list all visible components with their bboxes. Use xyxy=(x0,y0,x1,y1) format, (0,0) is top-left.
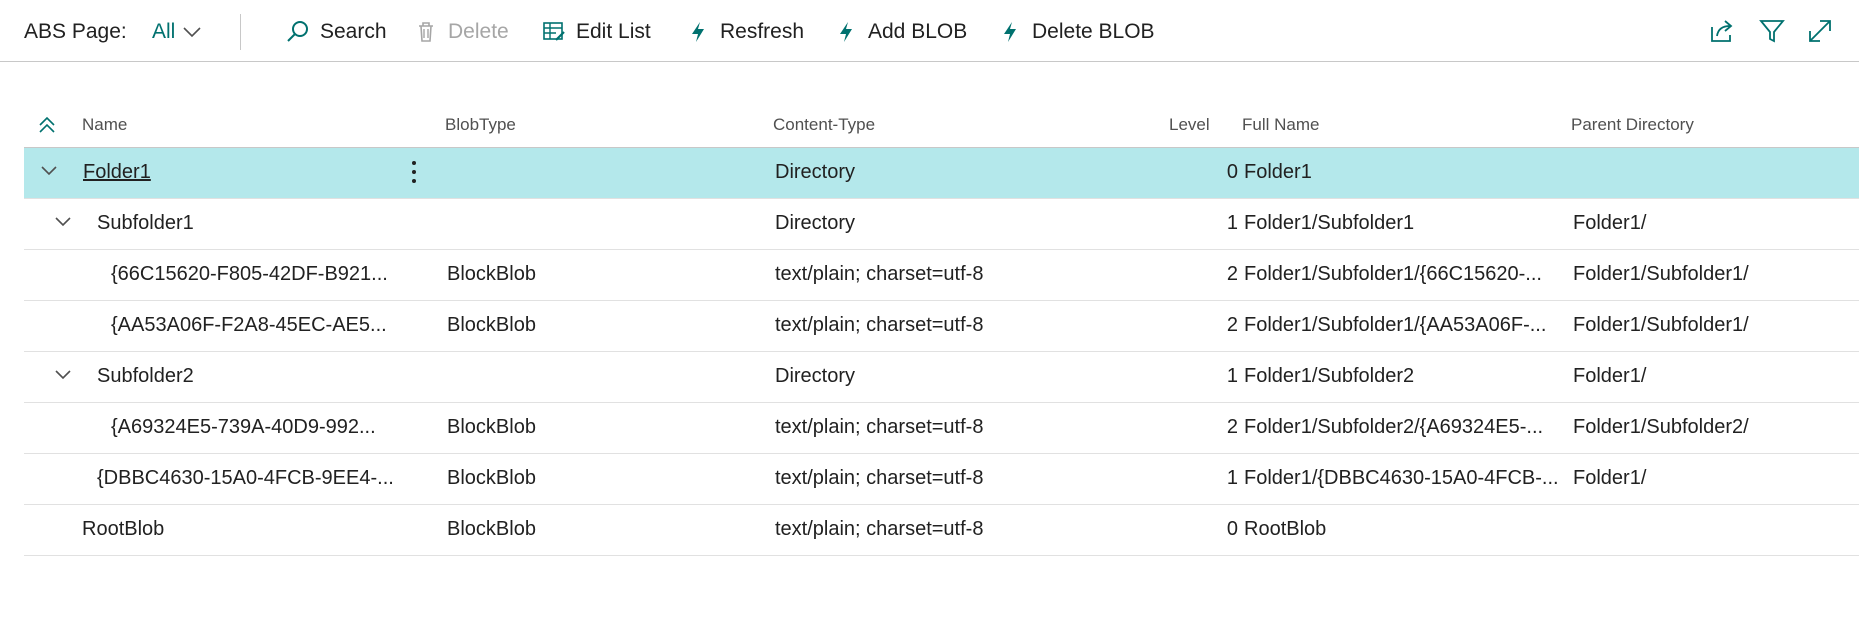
list-header: Name BlobType Content-Type Level Full Na… xyxy=(24,105,1859,148)
view-selector[interactable]: All xyxy=(152,20,201,44)
page-title: ABS Page: xyxy=(24,20,127,43)
row-blobtype: BlockBlob xyxy=(447,518,536,540)
row-content-type: Directory xyxy=(775,212,856,234)
row-content-type: text/plain; charset=utf-8 xyxy=(775,416,984,438)
table-row[interactable]: {66C15620-F805-42DF-B921... BlockBlob te… xyxy=(24,250,1859,301)
expand-icon[interactable] xyxy=(1806,17,1834,45)
collapse-all-icon[interactable] xyxy=(38,115,56,135)
chevron-down-icon[interactable] xyxy=(54,215,72,229)
table-row[interactable]: Folder1 Directory 0 Folder1 xyxy=(24,148,1859,199)
row-content-type: text/plain; charset=utf-8 xyxy=(775,314,984,336)
row-full-name: Folder1/Subfolder1/{AA53A06F-... xyxy=(1244,314,1547,336)
row-full-name: Folder1/Subfolder2 xyxy=(1244,365,1415,387)
table-row[interactable]: {AA53A06F-F2A8-45EC-AE5... BlockBlob tex… xyxy=(24,301,1859,352)
chevron-down-icon xyxy=(183,27,201,38)
row-name[interactable]: {66C15620-F805-42DF-B921... xyxy=(111,263,388,286)
edit-list-button[interactable]: Edit List xyxy=(542,17,651,47)
row-content-type: text/plain; charset=utf-8 xyxy=(775,467,984,489)
row-blobtype: BlockBlob xyxy=(447,314,536,336)
row-parent-directory: Folder1/ xyxy=(1573,365,1647,387)
table-row[interactable]: Subfolder1 Directory 1 Folder1/Subfolder… xyxy=(24,199,1859,250)
delete-blob-button-label: Delete BLOB xyxy=(1032,20,1155,43)
column-header-name[interactable]: Name xyxy=(82,115,127,135)
edit-list-button-label: Edit List xyxy=(576,20,651,43)
row-content-type: text/plain; charset=utf-8 xyxy=(775,518,984,540)
edit-list-icon xyxy=(543,22,565,41)
table-row[interactable]: {DBBC4630-15A0-4FCB-9EE4-... BlockBlob t… xyxy=(24,454,1859,505)
column-header-full-name[interactable]: Full Name xyxy=(1242,115,1319,135)
row-level: 2 xyxy=(1226,263,1238,285)
row-level: 2 xyxy=(1226,416,1238,438)
action-bar: ABS Page: All Search Delete Edit List Re… xyxy=(0,0,1859,62)
table-row[interactable]: {A69324E5-739A-40D9-992... BlockBlob tex… xyxy=(24,403,1859,454)
row-full-name: Folder1/Subfolder1 xyxy=(1244,212,1415,234)
row-name[interactable]: {AA53A06F-F2A8-45EC-AE5... xyxy=(111,314,387,337)
row-full-name: RootBlob xyxy=(1244,518,1327,540)
row-name[interactable]: {DBBC4630-15A0-4FCB-9EE4-... xyxy=(97,467,394,490)
add-blob-button-label: Add BLOB xyxy=(868,20,968,43)
row-parent-directory: Folder1/Subfolder1/ xyxy=(1573,314,1749,336)
delete-button[interactable]: Delete xyxy=(414,17,509,47)
filter-icon[interactable] xyxy=(1758,17,1786,45)
column-header-parent-directory[interactable]: Parent Directory xyxy=(1571,115,1694,135)
more-options-icon[interactable] xyxy=(410,159,418,185)
row-level: 1 xyxy=(1226,467,1238,489)
row-level: 1 xyxy=(1226,212,1238,234)
row-content-type: text/plain; charset=utf-8 xyxy=(775,263,984,285)
row-parent-directory: Folder1/ xyxy=(1573,467,1647,489)
row-parent-directory: Folder1/Subfolder1/ xyxy=(1573,263,1749,285)
delete-button-label: Delete xyxy=(448,20,509,43)
row-full-name: Folder1 xyxy=(1244,161,1312,183)
chevron-down-icon[interactable] xyxy=(54,368,72,382)
lightning-icon xyxy=(1004,22,1016,42)
row-name[interactable]: Subfolder2 xyxy=(97,365,194,388)
column-header-content-type[interactable]: Content-Type xyxy=(773,115,875,135)
delete-blob-button[interactable]: Delete BLOB xyxy=(998,17,1155,47)
row-name[interactable]: Subfolder1 xyxy=(97,212,194,235)
lightning-icon xyxy=(840,22,852,42)
chevron-down-icon[interactable] xyxy=(40,164,58,178)
row-name[interactable]: Folder1 xyxy=(83,161,151,184)
row-blobtype: BlockBlob xyxy=(447,416,536,438)
row-blobtype: BlockBlob xyxy=(447,467,536,489)
lightning-icon xyxy=(692,22,704,42)
row-full-name: Folder1/{DBBC4630-15A0-4FCB-... xyxy=(1244,467,1559,489)
row-level: 0 xyxy=(1226,161,1238,183)
view-selector-label: All xyxy=(152,20,176,43)
row-blobtype: BlockBlob xyxy=(447,263,536,285)
blob-list: Name BlobType Content-Type Level Full Na… xyxy=(24,105,1859,556)
add-blob-button[interactable]: Add BLOB xyxy=(834,17,967,47)
row-content-type: Directory xyxy=(775,161,856,183)
share-icon[interactable] xyxy=(1708,17,1736,45)
trash-icon xyxy=(419,22,433,42)
row-name[interactable]: {A69324E5-739A-40D9-992... xyxy=(111,416,376,439)
refresh-button[interactable]: Resfresh xyxy=(686,17,804,47)
row-name[interactable]: RootBlob xyxy=(82,518,164,541)
row-level: 0 xyxy=(1226,518,1238,540)
toolbar-divider xyxy=(240,14,241,50)
search-button[interactable]: Search xyxy=(286,17,387,47)
search-icon xyxy=(287,21,308,42)
row-parent-directory: Folder1/ xyxy=(1573,212,1647,234)
column-header-blobtype[interactable]: BlobType xyxy=(445,115,516,135)
row-full-name: Folder1/Subfolder2/{A69324E5-... xyxy=(1244,416,1544,438)
search-button-label: Search xyxy=(320,20,387,43)
row-content-type: Directory xyxy=(775,365,856,387)
column-header-level[interactable]: Level xyxy=(1169,115,1210,135)
row-level: 1 xyxy=(1226,365,1238,387)
row-full-name: Folder1/Subfolder1/{66C15620-... xyxy=(1244,263,1542,285)
table-row[interactable]: Subfolder2 Directory 1 Folder1/Subfolder… xyxy=(24,352,1859,403)
refresh-button-label: Resfresh xyxy=(720,20,805,43)
table-row[interactable]: RootBlob BlockBlob text/plain; charset=u… xyxy=(24,505,1859,556)
row-level: 2 xyxy=(1226,314,1238,336)
row-parent-directory: Folder1/Subfolder2/ xyxy=(1573,416,1749,438)
